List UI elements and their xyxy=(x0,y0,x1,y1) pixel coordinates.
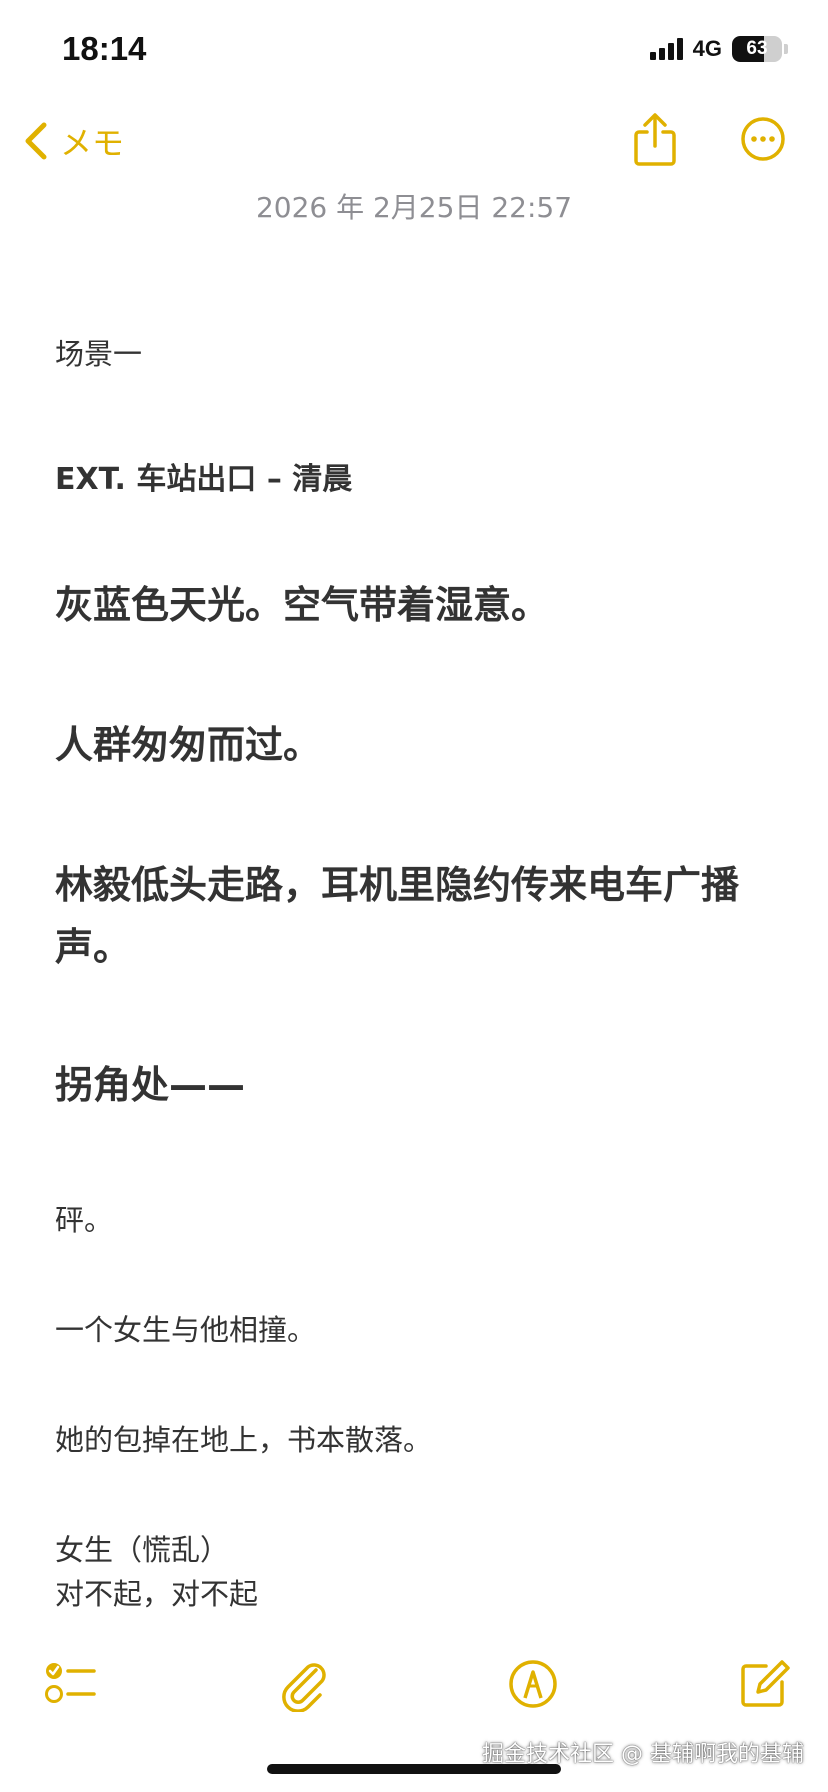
battery-icon: 63 xyxy=(732,36,782,62)
checklist-icon xyxy=(45,1663,96,1703)
markup-pen-icon xyxy=(509,1660,557,1708)
share-button[interactable] xyxy=(630,112,680,168)
note-line-ext: EXT. 车站出口 – 清晨 xyxy=(55,462,353,497)
bottom-toolbar xyxy=(0,1620,828,1740)
chevron-left-icon xyxy=(25,122,47,160)
back-label: メモ xyxy=(60,124,125,162)
network-type: 4G xyxy=(692,36,722,61)
share-icon xyxy=(634,113,676,166)
status-bar: 18:14 4G 63 xyxy=(0,0,828,100)
checklist-button[interactable] xyxy=(44,1656,100,1712)
compose-icon xyxy=(741,1660,790,1707)
note-line-4: 女生（慌乱） xyxy=(55,1533,230,1567)
markup-button[interactable] xyxy=(505,1656,561,1712)
note-body[interactable]: 场景一 EXT. 车站出口 – 清晨 灰蓝色天光。空气带着湿意。 人群匆匆而过。… xyxy=(55,300,775,1616)
note-date: 2026 年 2月25日 22:57 xyxy=(255,191,573,224)
note-line-3: 她的包掉在地上，书本散落。 xyxy=(55,1423,433,1457)
note-line-2: 一个女生与他相撞。 xyxy=(55,1313,317,1347)
nav-bar: メモ xyxy=(0,100,828,190)
battery-cap xyxy=(784,44,788,54)
back-button[interactable]: メモ xyxy=(24,116,124,166)
ellipsis-circle-icon xyxy=(741,117,785,161)
paperclip-icon xyxy=(282,1663,326,1713)
note-heading-2: 人群匆匆而过。 xyxy=(55,723,322,767)
note-heading-3: 林毅低头走路，耳机里隐约传来电车广播声。 xyxy=(55,863,740,969)
battery-percent: 63 xyxy=(746,38,768,59)
home-indicator[interactable] xyxy=(267,1764,561,1774)
note-heading-4: 拐角处—— xyxy=(55,1063,246,1107)
compose-button[interactable] xyxy=(736,1656,792,1712)
note-line-1: 砰。 xyxy=(55,1203,114,1237)
note-heading-1: 灰蓝色天光。空气带着湿意。 xyxy=(55,583,550,627)
note-line-scene: 场景一 xyxy=(55,337,143,371)
more-button[interactable] xyxy=(740,116,786,162)
note-line-5: 对不起，对不起 xyxy=(55,1577,259,1611)
attach-button[interactable] xyxy=(276,1656,332,1713)
status-time: 18:14 xyxy=(62,30,147,67)
signal-icon xyxy=(649,38,683,60)
status-indicators: 4G 63 xyxy=(649,36,788,62)
